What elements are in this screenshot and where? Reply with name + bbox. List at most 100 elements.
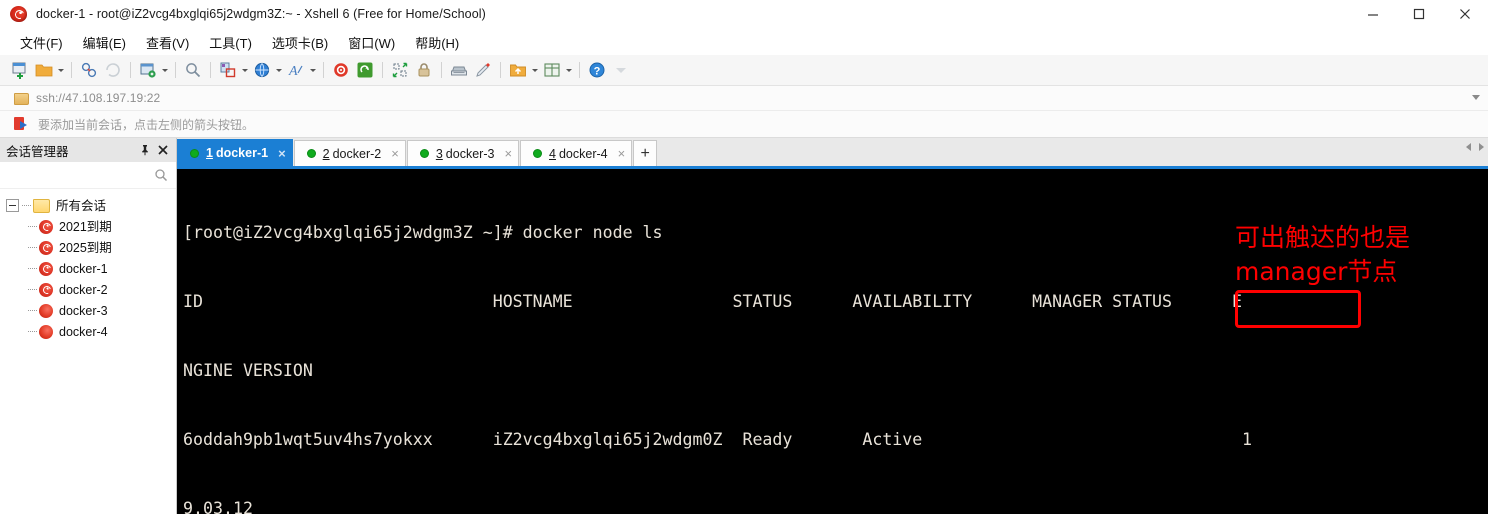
terminal-line: 6oddah9pb1wqt5uv4hs7yokxx iZ2vcg4bxglqi6…	[183, 428, 1488, 451]
session-icon-active	[39, 304, 53, 318]
sidebar-item-docker-3[interactable]: docker-3	[0, 300, 176, 321]
sidebar-item-docker-2[interactable]: docker-2	[0, 279, 176, 300]
layout-caret-icon[interactable]	[564, 58, 574, 82]
toolbar-separator	[579, 62, 580, 78]
close-icon[interactable]	[154, 141, 172, 159]
compose-caret-icon[interactable]	[240, 58, 250, 82]
tab-close-icon[interactable]: ×	[504, 147, 512, 160]
sidebar-item-docker-4[interactable]: docker-4	[0, 321, 176, 342]
toolbar-separator	[210, 62, 211, 78]
sidebar-item-label: 2021到期	[59, 220, 112, 234]
transfer-icon[interactable]	[506, 58, 530, 82]
collapse-icon[interactable]	[6, 199, 19, 212]
terminal-line: NGINE VERSION	[183, 359, 1488, 382]
tab-close-icon[interactable]: ×	[391, 147, 399, 160]
sidebar-item-label: docker-3	[59, 304, 108, 318]
menu-edit[interactable]: 编辑(E)	[73, 30, 136, 55]
connected-indicator-icon	[420, 149, 429, 158]
find-icon[interactable]	[181, 58, 205, 82]
highlight-icon[interactable]	[471, 58, 495, 82]
menu-tabs[interactable]: 选项卡(B)	[262, 30, 338, 55]
open-session-icon[interactable]	[32, 58, 56, 82]
tree-line	[22, 205, 31, 207]
menu-help[interactable]: 帮助(H)	[405, 30, 469, 55]
tab-docker-3[interactable]: 3 docker-3 ×	[407, 140, 519, 166]
sidebar-item-2025[interactable]: 2025到期	[0, 237, 176, 258]
menu-tools[interactable]: 工具(T)	[199, 30, 262, 55]
compose-icon[interactable]	[216, 58, 240, 82]
terminal-line: 9.03.12	[183, 497, 1488, 514]
tab-close-icon[interactable]: ×	[278, 147, 286, 160]
sidebar-item-label: docker-1	[59, 262, 108, 276]
sidebar-item-label: docker-4	[59, 325, 108, 339]
tree-root-all-sessions[interactable]: 所有会话	[0, 195, 176, 216]
font-icon[interactable]: A	[284, 58, 308, 82]
help-icon[interactable]: ?	[585, 58, 609, 82]
tree-line	[28, 289, 37, 291]
session-tree: 所有会话 2021到期 2025到期 docker-1	[0, 189, 176, 514]
tab-label: docker-3	[446, 147, 495, 161]
layout-icon[interactable]	[540, 58, 564, 82]
address-value[interactable]: ssh://47.108.197.19:22	[36, 91, 160, 105]
tab-number: 3	[436, 147, 443, 161]
properties-caret-icon[interactable]	[160, 58, 170, 82]
xshell-icon[interactable]	[329, 58, 353, 82]
tree-line	[28, 331, 37, 333]
tab-docker-1[interactable]: 1 docker-1 ×	[177, 139, 293, 166]
sidebar-item-label: 2025到期	[59, 241, 112, 255]
session-manager-icon[interactable]	[77, 58, 101, 82]
svg-text:A: A	[288, 64, 298, 79]
toolbar: A ?	[0, 55, 1488, 86]
address-bar[interactable]: ssh://47.108.197.19:22	[0, 86, 1488, 111]
tab-number: 1	[206, 146, 213, 160]
new-tab-button[interactable]: +	[633, 140, 657, 166]
open-session-caret-icon[interactable]	[56, 58, 66, 82]
font-caret-icon[interactable]	[308, 58, 318, 82]
annotation-line-1: 可出触达的也是	[1235, 223, 1410, 252]
tab-docker-2[interactable]: 2 docker-2 ×	[294, 140, 406, 166]
web-browser-caret-icon[interactable]	[274, 58, 284, 82]
chevron-left-icon[interactable]	[1466, 143, 1471, 151]
pin-icon[interactable]	[136, 141, 154, 159]
add-session-icon[interactable]	[14, 117, 30, 131]
chevron-down-icon[interactable]	[1472, 95, 1480, 100]
tab-docker-4[interactable]: 4 docker-4 ×	[520, 140, 632, 166]
tree-line	[28, 310, 37, 312]
session-icon	[39, 241, 53, 255]
menu-file[interactable]: 文件(F)	[10, 30, 73, 55]
web-browser-icon[interactable]	[250, 58, 274, 82]
tree-line	[28, 226, 37, 228]
sidebar-item-label: docker-2	[59, 283, 108, 297]
xftp-icon[interactable]	[353, 58, 377, 82]
tab-label: docker-2	[333, 147, 382, 161]
fullscreen-icon[interactable]	[388, 58, 412, 82]
minimize-icon[interactable]	[1350, 0, 1396, 28]
tab-bar: 1 docker-1 × 2 docker-2 × 3 docker-3 ×	[177, 138, 1488, 169]
tab-close-icon[interactable]: ×	[618, 147, 626, 160]
transfer-caret-icon[interactable]	[530, 58, 540, 82]
new-session-icon[interactable]	[8, 58, 32, 82]
session-search-row[interactable]	[0, 162, 176, 189]
sidebar-item-docker-1[interactable]: docker-1	[0, 258, 176, 279]
more-icon	[609, 58, 633, 82]
svg-text:?: ?	[594, 66, 601, 78]
terminal-output[interactable]: [root@iZ2vcg4bxglqi65j2wdgm3Z ~]# docker…	[177, 169, 1488, 514]
lock-icon[interactable]	[412, 58, 436, 82]
maximize-icon[interactable]	[1396, 0, 1442, 28]
session-icon	[39, 220, 53, 234]
xshell-logo-icon	[8, 3, 30, 25]
tree-root-label: 所有会话	[56, 199, 106, 213]
tab-scroll-controls	[1466, 143, 1484, 151]
xshell-window: docker-1 - root@iZ2vcg4bxglqi65j2wdgm3Z:…	[0, 0, 1488, 514]
connected-indicator-icon	[307, 149, 316, 158]
menu-window[interactable]: 窗口(W)	[338, 30, 405, 55]
keyboard-icon[interactable]	[447, 58, 471, 82]
search-icon[interactable]	[154, 168, 168, 182]
chevron-right-icon[interactable]	[1479, 143, 1484, 151]
hint-text: 要添加当前会话，点击左侧的箭头按钮。	[38, 116, 254, 133]
close-icon[interactable]	[1442, 0, 1488, 28]
sidebar-item-2021[interactable]: 2021到期	[0, 216, 176, 237]
menu-view[interactable]: 查看(V)	[136, 30, 199, 55]
session-panel-title: 会话管理器	[6, 141, 136, 160]
properties-icon[interactable]	[136, 58, 160, 82]
